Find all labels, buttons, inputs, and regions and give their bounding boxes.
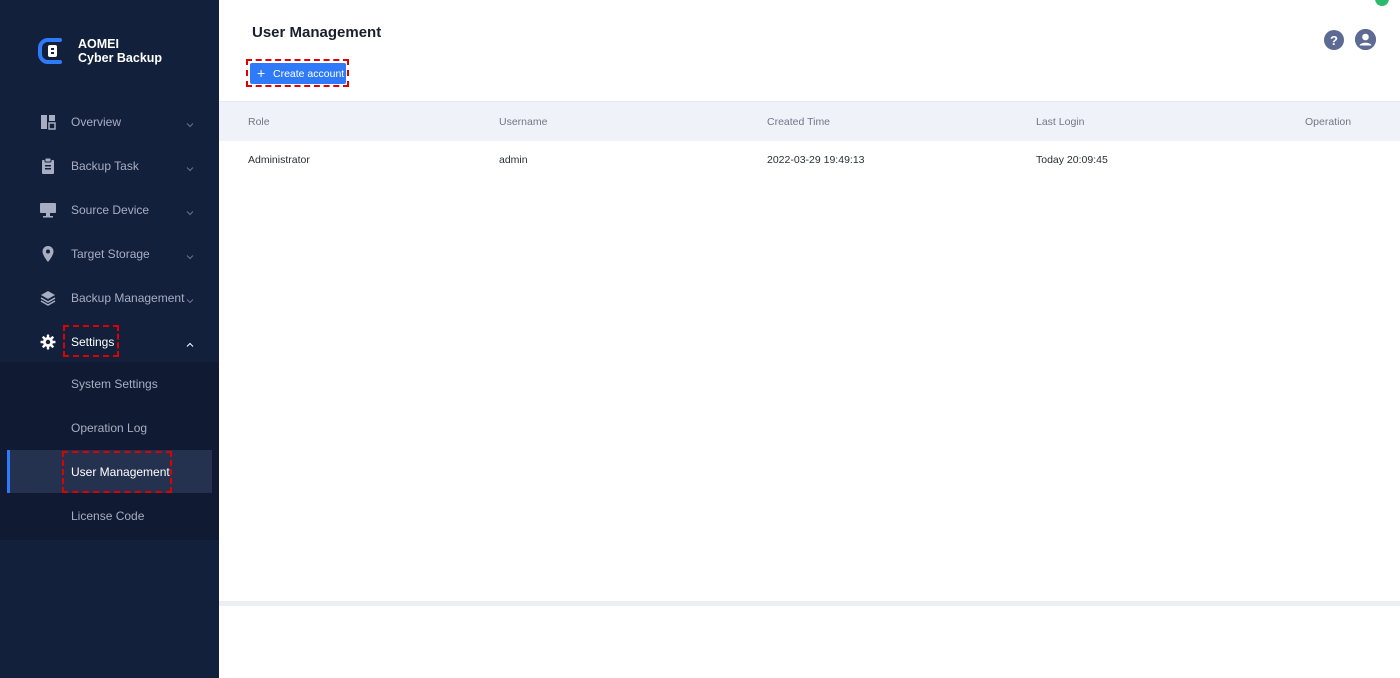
column-header-username[interactable]: Username bbox=[499, 102, 547, 142]
submenu-item-license-code[interactable]: License Code bbox=[0, 496, 219, 536]
content-divider bbox=[219, 601, 1400, 606]
sidebar-item-label: Backup Task bbox=[71, 159, 139, 173]
column-header-operation: Operation bbox=[1305, 116, 1352, 128]
chevron-down-icon bbox=[186, 294, 194, 304]
submenu-item-operation-log[interactable]: Operation Log bbox=[0, 408, 219, 448]
location-pin-icon bbox=[40, 246, 56, 262]
sidebar-item-label: Source Device bbox=[71, 203, 150, 217]
submenu-item-label: License Code bbox=[71, 509, 145, 523]
create-account-label: Create account bbox=[273, 67, 345, 80]
sidebar-item-overview[interactable]: Overview bbox=[0, 102, 219, 142]
sidebar-item-label: Settings bbox=[71, 335, 115, 349]
sidebar-item-backup-management[interactable]: Backup Management bbox=[0, 278, 219, 318]
monitor-icon bbox=[40, 202, 56, 218]
sidebar-item-target-storage[interactable]: Target Storage bbox=[0, 234, 219, 274]
sidebar-item-settings[interactable]: Settings bbox=[0, 322, 219, 362]
active-indicator bbox=[7, 450, 10, 493]
brand-logo[interactable]: AOMEI Cyber Backup bbox=[38, 36, 162, 66]
overview-icon bbox=[40, 114, 56, 130]
brand-line-1: AOMEI bbox=[78, 37, 119, 51]
aomei-logo-icon bbox=[38, 36, 68, 66]
sidebar-item-label: Overview bbox=[71, 115, 122, 129]
plus-icon: + bbox=[257, 65, 266, 81]
chevron-down-icon bbox=[186, 162, 194, 172]
table-row[interactable]: Administrator admin 2022-03-29 19:49:13 … bbox=[219, 141, 1400, 179]
sidebar-item-backup-task[interactable]: Backup Task bbox=[0, 146, 219, 186]
submenu-item-user-management[interactable]: User Management bbox=[7, 450, 212, 493]
sidebar: AOMEI Cyber Backup Overview Backup Task … bbox=[0, 0, 219, 678]
column-header-last-login[interactable]: Last Login bbox=[1036, 102, 1084, 142]
submenu-item-label: Operation Log bbox=[71, 421, 148, 435]
sidebar-item-label: Target Storage bbox=[71, 247, 150, 261]
submenu-item-label: User Management bbox=[71, 464, 170, 479]
create-account-button[interactable]: + Create account bbox=[250, 63, 346, 84]
layers-icon bbox=[40, 290, 56, 306]
question-icon[interactable]: ? bbox=[1324, 30, 1344, 50]
gear-icon bbox=[40, 334, 56, 350]
brand-line-2: Cyber Backup bbox=[78, 51, 163, 65]
submenu-item-label: System Settings bbox=[71, 377, 158, 391]
cell-username: admin bbox=[499, 154, 528, 166]
main-content: User Management + Create account ? Role … bbox=[219, 0, 1400, 678]
submenu-item-system-settings[interactable]: System Settings bbox=[0, 364, 219, 404]
chevron-down-icon bbox=[186, 250, 194, 260]
user-icon[interactable] bbox=[1355, 29, 1376, 50]
table-header: Role Username Created Time Last Login Op… bbox=[219, 101, 1400, 141]
column-header-role[interactable]: Role bbox=[248, 102, 270, 142]
cell-role: Administrator bbox=[248, 154, 310, 166]
page-title: User Management bbox=[252, 24, 382, 41]
sidebar-item-label: Backup Management bbox=[71, 291, 185, 305]
chevron-down-icon bbox=[186, 118, 194, 128]
column-header-created-time[interactable]: Created Time bbox=[767, 102, 830, 142]
chevron-down-icon bbox=[186, 206, 194, 216]
settings-submenu: System Settings Operation Log User Manag… bbox=[0, 362, 219, 540]
clipboard-icon bbox=[40, 157, 56, 174]
brand-name: AOMEI Cyber Backup bbox=[78, 37, 162, 65]
cell-created-time: 2022-03-29 19:49:13 bbox=[767, 154, 865, 166]
cell-last-login: Today 20:09:45 bbox=[1036, 154, 1108, 166]
chevron-up-icon bbox=[186, 338, 194, 347]
sidebar-item-source-device[interactable]: Source Device bbox=[0, 190, 219, 230]
